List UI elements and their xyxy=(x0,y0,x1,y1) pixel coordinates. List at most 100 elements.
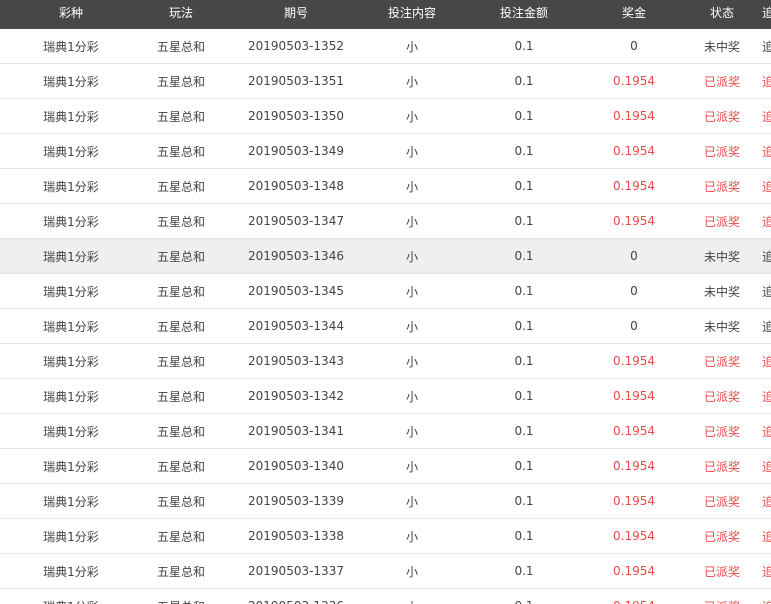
cell-issue: 20190503-1343 xyxy=(248,354,344,368)
cell-issue: 20190503-1342 xyxy=(248,389,344,403)
cell-prize: 0.1954 xyxy=(613,494,655,508)
cell-status: 已派奖 xyxy=(703,74,740,89)
cell-status: 已派奖 xyxy=(703,564,740,579)
table-row[interactable]: 瑞典1分彩 五星总和 20190503-1339 小 0.1 0.1954 已派奖 追 xyxy=(0,484,771,519)
cell-lottery: 瑞典1分彩 xyxy=(43,389,99,404)
cell-status: 已派奖 xyxy=(703,354,740,369)
cell-status: 已派奖 xyxy=(672,589,771,604)
cell-lottery: 瑞典1分彩 xyxy=(43,494,99,509)
table-row[interactable]: 瑞典1分彩 五星总和 20190503-1350 小 0.1 0.1954 已派奖 追 xyxy=(0,99,771,134)
cell-prize: 0.1954 xyxy=(613,529,655,543)
cell-content: 小 xyxy=(405,494,418,509)
cell-prize: 0 xyxy=(630,39,638,53)
table-row[interactable]: 瑞典1分彩 五星总和 20190503-1345 小 0.1 0 未中奖 追 xyxy=(0,274,771,309)
cell-extra: 追 xyxy=(762,39,771,54)
table-row[interactable]: 瑞典1分彩 五星总和 20190503-1343 小 0.1 0.1954 已派奖 追 xyxy=(0,344,771,379)
cell-lottery: 瑞典1分彩 xyxy=(43,354,99,369)
cell-issue: 20190503-1345 xyxy=(248,284,344,298)
header-amount: 投注金额 xyxy=(499,6,548,20)
cell-extra: 追 xyxy=(762,459,771,474)
header-prize: 奖金 xyxy=(621,6,646,20)
table-row[interactable]: 瑞典1分彩 五星总和 20190503-1341 小 0.1 0.1954 已派奖 追 xyxy=(0,414,771,449)
cell-issue: 20190503-1339 xyxy=(248,494,344,508)
cell-issue: 20190503-1351 xyxy=(248,74,344,88)
table-row[interactable]: 瑞典1分彩 五星总和 20190503-1346 小 0.1 0 未中奖 追 xyxy=(0,239,771,274)
cell-extra: 追 xyxy=(762,249,771,264)
cell-lottery: 瑞典1分彩 xyxy=(43,214,99,229)
cell-play: 五星总和 xyxy=(156,459,205,474)
table-row[interactable]: 瑞典1分彩 五星总和 20190503-1340 小 0.1 0.1954 已派奖 追 xyxy=(0,449,771,484)
cell-extra: 追 xyxy=(762,284,771,299)
cell-prize: 0 xyxy=(630,284,638,298)
cell-prize: 0.1954 xyxy=(613,459,655,473)
header-lottery: 彩种 xyxy=(58,6,83,20)
cell-content: 小 xyxy=(405,424,418,439)
cell-lottery: 瑞典1分彩 xyxy=(43,459,99,474)
cell-play: 五星总和 xyxy=(156,74,205,89)
table-row[interactable]: 瑞典1分彩 五星总和 20190503-1349 小 0.1 0.1954 已派奖 追 xyxy=(0,134,771,169)
table-row[interactable]: 瑞典1分彩 五星总和 20190503-1351 小 0.1 0.1954 已派奖 追 xyxy=(0,64,771,99)
cell-prize: 0.1954 xyxy=(613,109,655,123)
cell-status: 已派奖 xyxy=(703,109,740,124)
cell-amount: 0.1 xyxy=(514,179,534,193)
cell-play: 五星总和 xyxy=(156,494,205,509)
cell-play: 五星总和 xyxy=(156,319,205,334)
cell-play: 五星总和 xyxy=(156,564,205,579)
cell-extra: 追 xyxy=(762,74,771,89)
cell-extra: 追 xyxy=(762,354,771,369)
cell-status: 已派奖 xyxy=(703,494,740,509)
cell-issue: 20190503-1341 xyxy=(248,424,344,438)
cell-issue: 20190503-1348 xyxy=(248,179,344,193)
cell-lottery: 瑞典1分彩 xyxy=(43,284,99,299)
cell-lottery: 瑞典1分彩 xyxy=(43,109,99,124)
cell-content: 小 xyxy=(405,74,418,89)
cell-lottery: 瑞典1分彩 xyxy=(43,74,99,89)
table-row[interactable]: 瑞典1分彩五星总和 20190503-1336 小 0.1 0.1954已派奖追 xyxy=(0,589,771,604)
cell-prize: 0 xyxy=(630,249,638,263)
table-row[interactable]: 瑞典1分彩 五星总和 20190503-1337 小 0.1 0.1954 已派奖 追 xyxy=(0,554,771,589)
cell-extra: 追 xyxy=(762,319,771,334)
cell-issue: 20190503-1344 xyxy=(248,319,344,333)
table-row[interactable]: 瑞典1分彩 五星总和 20190503-1347 小 0.1 0.1954 已派奖 追 xyxy=(0,204,771,239)
cell-issue: 20190503-1352 xyxy=(248,39,344,53)
cell-lottery: 瑞典1分彩 xyxy=(43,319,99,334)
table-body: 瑞典1分彩 五星总和 20190503-1352 小 0.1 0 未中奖追瑞典1分彩 五星总和… xyxy=(0,29,771,604)
cell-content: 小 xyxy=(405,564,418,579)
cell-prize: 0.1954 xyxy=(613,179,655,193)
cell-content: 小 xyxy=(362,589,462,604)
cell-amount: 0.1 xyxy=(514,144,534,158)
cell-extra: 追 xyxy=(762,424,771,439)
cell-status: 未中奖 xyxy=(703,249,740,264)
cell-content: 小 xyxy=(405,529,418,544)
table-row[interactable]: 瑞典1分彩 五星总和 20190503-1352 小 0.1 0 未中奖 追 xyxy=(0,29,771,64)
table-row[interactable]: 瑞典1分彩 五星总和 20190503-1342 小 0.1 0.1954 已派奖 追 xyxy=(0,379,771,414)
cell-extra: 追 xyxy=(762,529,771,544)
cell-content: 小 xyxy=(405,389,418,404)
cell-status: 已派奖 xyxy=(703,459,740,474)
cell-lottery: 瑞典1分彩 xyxy=(43,179,99,194)
cell-issue: 20190503-1338 xyxy=(248,529,344,543)
cell-amount: 0.1 xyxy=(514,459,534,473)
cell-extra: 追 xyxy=(762,564,771,579)
header-play: 玩法 xyxy=(168,6,193,20)
cell-content: 小 xyxy=(405,214,418,229)
cell-prize: 0.1954 xyxy=(613,144,655,158)
cell-amount: 0.1 xyxy=(514,249,534,263)
table-header: 彩种 玩法 期号 投注内容 投注金额 奖金 状态 追 xyxy=(0,0,771,29)
cell-prize: 0.1954 xyxy=(613,389,655,403)
cell-prize: 0.1954 xyxy=(613,564,655,578)
cell-amount: 0.1 xyxy=(514,74,534,88)
cell-extra: 追 xyxy=(762,494,771,509)
table-row[interactable]: 瑞典1分彩 五星总和 20190503-1338 小 0.1 0.1954 已派奖 追 xyxy=(0,519,771,554)
cell-lottery: 瑞典1分彩 xyxy=(43,564,99,579)
cell-play: 五星总和 xyxy=(156,179,205,194)
cell-lottery: 瑞典1分彩 xyxy=(43,249,99,264)
header-content: 投注内容 xyxy=(387,6,436,20)
cell-play: 五星总和 xyxy=(156,354,205,369)
cell-status: 未中奖 xyxy=(703,284,740,299)
cell-lottery: 瑞典1分彩 xyxy=(0,589,142,604)
cell-issue: 20190503-1349 xyxy=(248,144,344,158)
table-row[interactable]: 瑞典1分彩 五星总和 20190503-1344 小 0.1 0 未中奖 追 xyxy=(0,309,771,344)
table-row[interactable]: 瑞典1分彩 五星总和 20190503-1348 小 0.1 0.1954 已派奖 追 xyxy=(0,169,771,204)
cell-play: 五星总和 xyxy=(156,284,205,299)
